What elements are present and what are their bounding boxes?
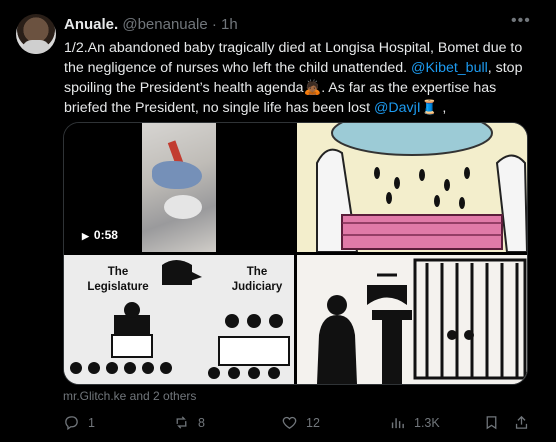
mention-link[interactable]: @DavjI🧵: [374, 100, 438, 116]
mention-link[interactable]: @Kibet_bull: [411, 60, 488, 76]
image-tile[interactable]: [297, 123, 527, 252]
tweet[interactable]: Anuale. @benanuale · 1h ••• 1/2.An aband…: [0, 0, 556, 442]
reply-button[interactable]: 1: [63, 414, 95, 431]
views-button[interactable]: 1.3K: [389, 414, 440, 431]
like-button[interactable]: 12: [281, 414, 320, 431]
repost-button[interactable]: 8: [173, 414, 205, 431]
video-thumbnail: [142, 123, 216, 252]
video-duration-badge: ▶ 0:58: [76, 225, 124, 245]
repost-icon: [176, 416, 187, 429]
reply-icon: [65, 416, 78, 431]
reply-count: 1: [88, 415, 95, 430]
tweet-text-part: ,: [438, 100, 447, 116]
bookmark-icon: [486, 416, 497, 430]
views-chart-icon: [391, 418, 404, 429]
share-icon: [515, 415, 528, 429]
image-tile[interactable]: The Legislature The Judiciary: [64, 255, 294, 384]
cartoon-money-image: [297, 123, 527, 252]
share-button[interactable]: [513, 414, 530, 431]
heart-icon: [282, 416, 297, 429]
tweet-text: 1/2.An abandoned baby tragically died at…: [64, 38, 534, 118]
action-bar: 1 8 12 1.3K: [63, 414, 533, 434]
video-duration: 0:58: [93, 228, 118, 242]
video-tile[interactable]: ▶ 0:58: [64, 123, 294, 252]
more-icon[interactable]: •••: [511, 12, 531, 30]
repost-count: 8: [198, 415, 205, 430]
tweet-header: Anuale. @benanuale · 1h: [64, 15, 238, 35]
image-tile[interactable]: [297, 255, 527, 384]
tagged-users-note[interactable]: mr.Glitch.ke and 2 others: [63, 389, 196, 403]
media-grid: ▶ 0:58 The Legislature The Judiciary: [63, 122, 528, 385]
avatar[interactable]: [16, 14, 56, 54]
cartoon-prison-image: [297, 255, 527, 384]
bookmark-button[interactable]: [483, 414, 500, 431]
judiciary-caption: The Judiciary: [231, 266, 283, 293]
like-count: 12: [306, 415, 320, 430]
views-count: 1.3K: [414, 415, 440, 430]
user-handle[interactable]: @benanuale: [122, 16, 207, 33]
separator-dot: ·: [211, 16, 217, 33]
legislature-caption: The Legislature: [87, 266, 149, 293]
display-name[interactable]: Anuale.: [64, 16, 118, 33]
timestamp[interactable]: 1h: [221, 16, 238, 33]
play-icon: ▶: [82, 231, 89, 241]
